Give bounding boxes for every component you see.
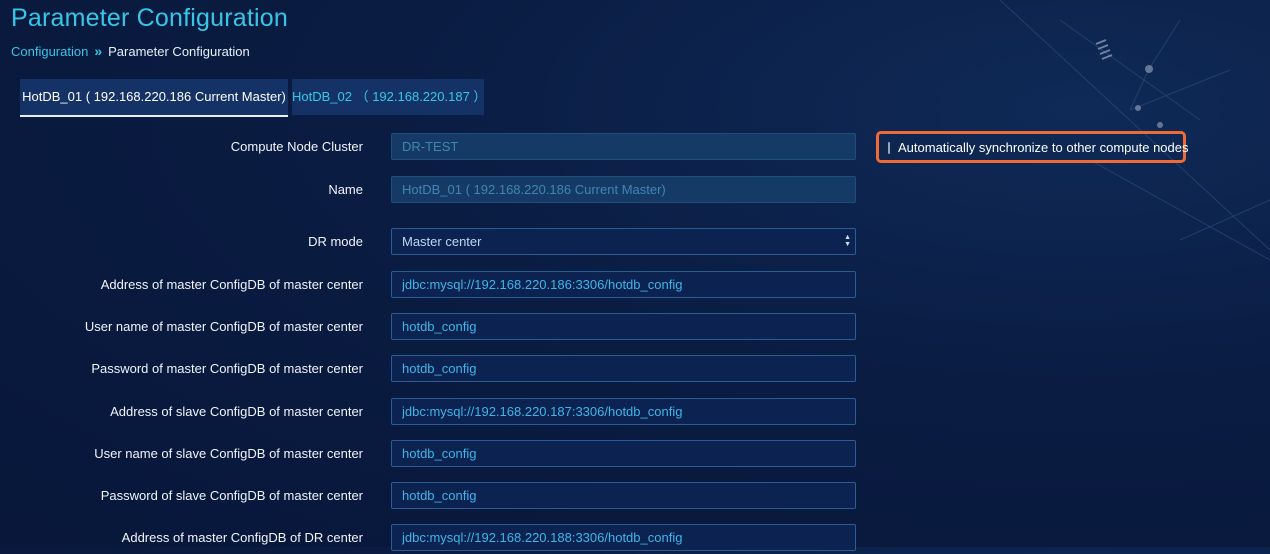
tab-hotdb-02[interactable]: HotDB_02 （ 192.168.220.187 ） xyxy=(292,79,486,115)
form-row-dr-mode: DR mode Master center ▲ ▼ xyxy=(0,228,860,258)
cluster-label: Compute Node Cluster xyxy=(230,139,363,154)
breadcrumb-configuration-link[interactable]: Configuration xyxy=(11,44,88,59)
dr-mode-select[interactable]: Master center ▲ ▼ xyxy=(391,228,856,255)
dr-mode-value: Master center xyxy=(402,234,482,249)
page-title: Parameter Configuration xyxy=(11,4,288,32)
form-row-slave-pass: Password of slave ConfigDB of master cen… xyxy=(0,482,860,512)
form-row-cluster: Compute Node Cluster DR-TEST xyxy=(0,133,860,163)
breadcrumb-current: Parameter Configuration xyxy=(108,43,250,59)
master-addr-input[interactable] xyxy=(391,271,856,298)
slave-addr-label: Address of slave ConfigDB of master cent… xyxy=(110,404,363,419)
sync-checkbox-label[interactable]: Automatically synchronize to other compu… xyxy=(898,140,1189,155)
slave-user-label: User name of slave ConfigDB of master ce… xyxy=(94,446,363,461)
master-pass-input[interactable] xyxy=(391,355,856,382)
name-label: Name xyxy=(328,182,363,197)
cluster-field: DR-TEST xyxy=(391,133,856,160)
name-field: HotDB_01 ( 192.168.220.186 Current Maste… xyxy=(391,176,856,203)
breadcrumb: Configuration » Parameter Configuration xyxy=(11,43,250,59)
sync-checkbox[interactable] xyxy=(888,142,890,154)
form-row-master-addr: Address of master ConfigDB of master cen… xyxy=(0,271,860,301)
form-row-dr-master-addr: Address of master ConfigDB of DR center xyxy=(0,524,860,554)
select-arrows-icon: ▲ ▼ xyxy=(844,234,851,248)
master-pass-label: Password of master ConfigDB of master ce… xyxy=(91,361,363,376)
form-row-name: Name HotDB_01 ( 192.168.220.186 Current … xyxy=(0,176,860,206)
master-addr-label: Address of master ConfigDB of master cen… xyxy=(100,277,363,292)
compute-node-tabs: HotDB_01 ( 192.168.220.186 Current Maste… xyxy=(8,79,1270,118)
form-row-master-user: User name of master ConfigDB of master c… xyxy=(0,313,860,343)
slave-pass-input[interactable] xyxy=(391,482,856,509)
tab-hotdb-01[interactable]: HotDB_01 ( 192.168.220.186 Current Maste… xyxy=(20,79,288,117)
dr-master-addr-label: Address of master ConfigDB of DR center xyxy=(121,530,363,545)
form-row-slave-user: User name of slave ConfigDB of master ce… xyxy=(0,440,860,470)
master-user-input[interactable] xyxy=(391,313,856,340)
master-user-label: User name of master ConfigDB of master c… xyxy=(84,319,363,334)
form-row-master-pass: Password of master ConfigDB of master ce… xyxy=(0,355,860,385)
slave-pass-label: Password of slave ConfigDB of master cen… xyxy=(100,488,363,503)
sync-option: Automatically synchronize to other compu… xyxy=(876,131,1189,163)
slave-user-input[interactable] xyxy=(391,440,856,467)
dr-mode-label: DR mode xyxy=(308,234,363,249)
slave-addr-input[interactable] xyxy=(391,398,856,425)
breadcrumb-separator-icon: » xyxy=(94,43,103,59)
form-row-slave-addr: Address of slave ConfigDB of master cent… xyxy=(0,398,860,428)
